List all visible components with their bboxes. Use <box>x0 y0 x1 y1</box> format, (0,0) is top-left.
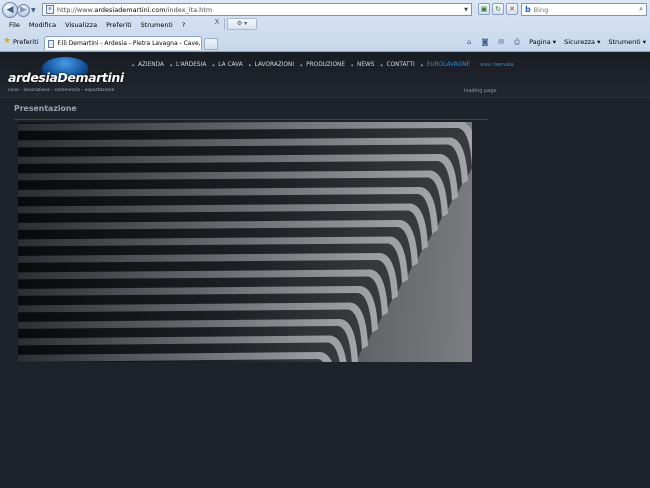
address-url[interactable]: http://www.ardesiademartini.com/index_it… <box>57 6 212 14</box>
hero-image-slate-slabs <box>18 122 472 362</box>
main-nav: AZIENDA L'ARDESIA LA CAVA LAVORAZIONI PR… <box>132 62 514 68</box>
area-riservata-link[interactable]: area riservata <box>480 63 514 68</box>
address-bar[interactable]: e http://www.ardesiademartini.com/index_… <box>42 3 472 16</box>
page-menu-label: Pagina <box>529 38 551 46</box>
logo-tagline: cave - lavorazione - commercio - esporta… <box>8 88 115 93</box>
menu-file[interactable]: File <box>9 21 20 29</box>
menu-strumenti[interactable]: Strumenti <box>141 21 173 29</box>
forward-button[interactable]: ▶ <box>17 4 30 17</box>
address-dropdown-icon[interactable]: ▼ <box>464 7 468 13</box>
gear-icon: ⚙ ▾ <box>236 20 248 27</box>
arrow-right-icon: ▶ <box>20 5 27 15</box>
logo-brand: ardesiaDemartini <box>8 70 124 85</box>
section-title: Presentazione <box>14 104 77 113</box>
new-tab-button[interactable] <box>204 38 218 50</box>
mail-icon[interactable]: ✉ <box>496 37 506 47</box>
arrow-left-icon: ◀ <box>6 4 14 15</box>
close-tab-button[interactable]: X <box>210 18 225 30</box>
nav-produzione[interactable]: PRODUZIONE <box>300 62 345 68</box>
loading-label: loading page <box>464 88 497 94</box>
nav-ardesia[interactable]: L'ARDESIA <box>170 62 206 68</box>
url-path: /index_ita.htm <box>165 5 213 14</box>
nav-azienda[interactable]: AZIENDA <box>132 62 164 68</box>
history-dropdown-icon[interactable]: ▼ <box>31 7 36 14</box>
browser-chrome: ◀ ▶ ▼ e http://www.ardesiademartini.com/… <box>0 0 650 52</box>
menu-visualizza[interactable]: Visualizza <box>65 21 97 29</box>
favorites-star-icon[interactable]: ★ <box>3 36 11 46</box>
nav-lavorazioni[interactable]: LAVORAZIONI <box>249 62 294 68</box>
search-box[interactable]: b ⌕ <box>521 3 647 16</box>
refresh-icon[interactable]: ↻ <box>492 3 504 15</box>
bing-logo-icon: b <box>525 5 531 14</box>
quick-tabs-button[interactable]: ⚙ ▾ <box>227 18 257 30</box>
menu-bar: File Modifica Visualizza Preferiti Strum… <box>0 19 185 31</box>
search-input[interactable] <box>533 5 614 14</box>
home-icon[interactable]: ⌂ <box>464 37 474 47</box>
url-prefix: http://www. <box>57 5 95 14</box>
back-button[interactable]: ◀ <box>2 2 18 18</box>
stop-icon[interactable]: ✕ <box>506 3 518 15</box>
nav-contatti[interactable]: CONTATTI <box>380 62 414 68</box>
tab-page-icon <box>48 39 55 48</box>
url-host: ardesiademartini.com <box>94 5 166 14</box>
command-bar: ⌂ ◙ ✉ ⎙ Pagina ▾ Sicurezza ▾ Strumenti ▾ <box>461 36 650 48</box>
web-page: ardesiaDemartini cave - lavorazione - co… <box>0 53 650 488</box>
tab-title: F.lli Demartini - Ardesia - Pietra Lavag… <box>57 40 201 47</box>
tools-menu-label: Strumenti <box>608 38 641 46</box>
menu-preferiti[interactable]: Preferiti <box>106 21 131 29</box>
search-icon[interactable]: ⌕ <box>639 5 643 14</box>
site-header: ardesiaDemartini cave - lavorazione - co… <box>0 53 650 98</box>
nav-la-cava[interactable]: LA CAVA <box>212 62 242 68</box>
page-menu-button[interactable]: Pagina ▾ <box>529 38 556 46</box>
compatibility-view-icon[interactable]: ▣ <box>478 3 490 15</box>
menu-help[interactable]: ? <box>182 21 185 29</box>
print-icon[interactable]: ⎙ <box>512 37 522 47</box>
title-divider <box>14 119 488 120</box>
page-icon: e <box>46 5 54 14</box>
favorites-button[interactable]: Preferiti <box>13 38 38 46</box>
slate-slabs-illustration <box>18 122 472 362</box>
site-logo[interactable]: ardesiaDemartini cave - lavorazione - co… <box>8 57 126 97</box>
nav-eurolavagne[interactable]: EUROLAVAGNE <box>421 62 470 68</box>
tools-menu-button[interactable]: Strumenti ▾ <box>608 38 646 46</box>
nav-news[interactable]: NEWS <box>351 62 374 68</box>
browser-tab-active[interactable]: F.lli Demartini - Ardesia - Pietra Lavag… <box>44 36 202 50</box>
safety-menu-label: Sicurezza <box>564 38 596 46</box>
menu-modifica[interactable]: Modifica <box>29 21 56 29</box>
feeds-icon[interactable]: ◙ <box>480 37 490 47</box>
safety-menu-button[interactable]: Sicurezza ▾ <box>564 38 600 46</box>
